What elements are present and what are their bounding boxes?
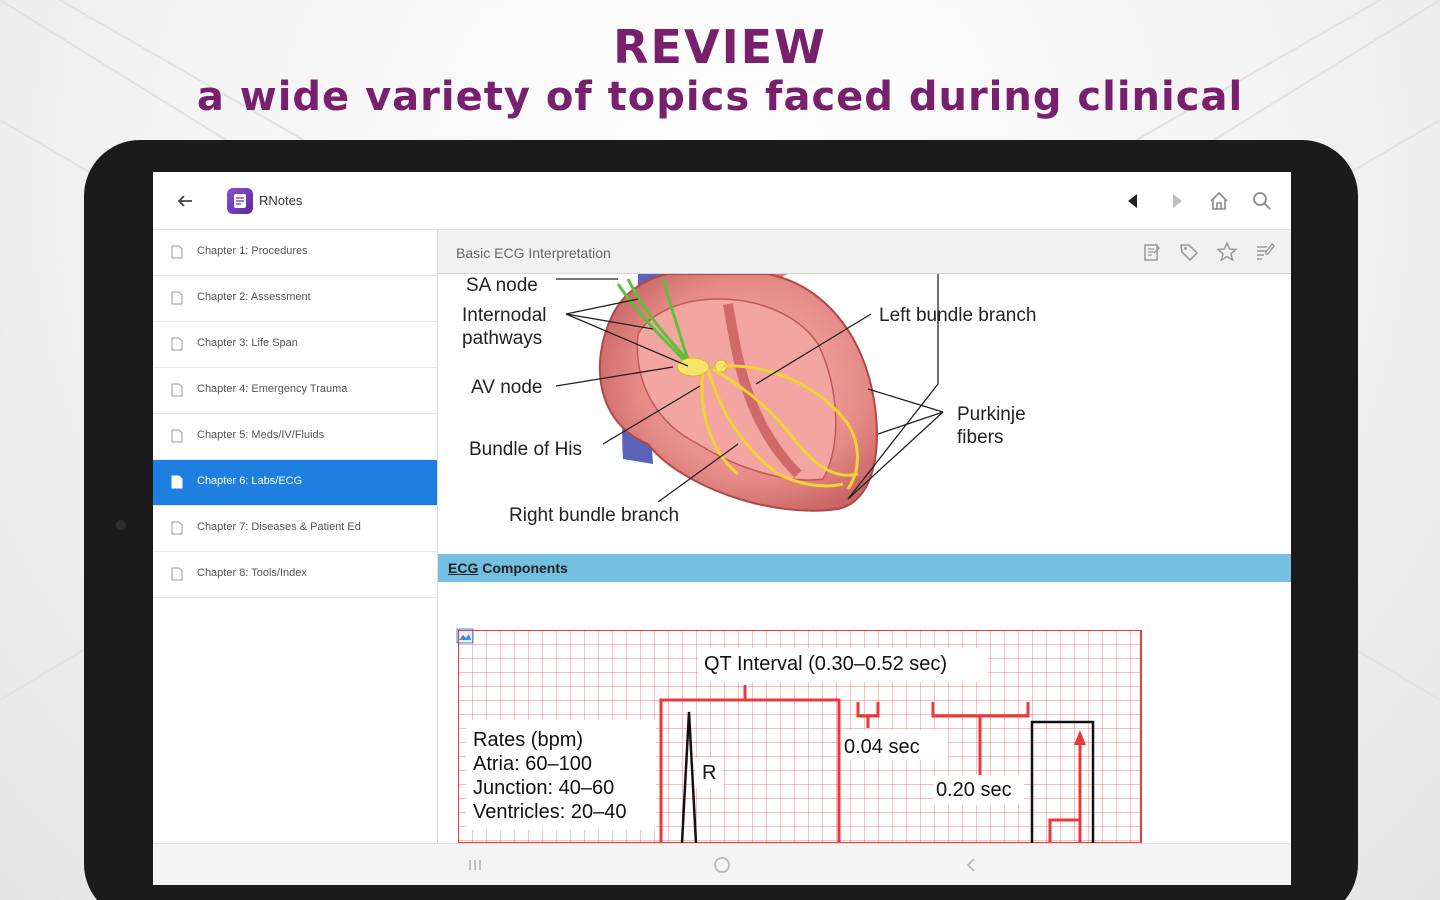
document-icon: [171, 245, 183, 259]
label-internodal-pathways: Internodal pathways: [462, 305, 547, 349]
sidebar-item-label: Chapter 2: Assessment: [197, 291, 311, 303]
logo-notepad-icon: [234, 194, 246, 208]
notes-icon[interactable]: [1140, 240, 1164, 264]
sidebar-item-label: Chapter 4: Emergency Trauma: [197, 383, 348, 395]
search-icon[interactable]: [1250, 189, 1274, 213]
home-icon[interactable]: [1207, 189, 1231, 213]
label-right-bundle-branch: Right bundle branch: [509, 505, 680, 526]
back-chevron-icon[interactable]: [959, 853, 983, 877]
sidebar-item-chapter-5[interactable]: Chapter 5: Meds/IV/Fluids: [153, 414, 437, 460]
chapter-sidebar: Chapter 1: Procedures Chapter 2: Assessm…: [153, 230, 438, 843]
sidebar-item-chapter-8[interactable]: Chapter 8: Tools/Index: [153, 552, 437, 598]
document-icon: [171, 475, 183, 489]
ecg-004-sec-label: 0.04 sec: [844, 736, 920, 758]
content-header: Basic ECG Interpretation: [438, 230, 1291, 274]
camera-icon: [116, 520, 126, 530]
sidebar-item-chapter-3[interactable]: Chapter 3: Life Span: [153, 322, 437, 368]
sidebar-item-label: Chapter 7: Diseases & Patient Ed: [197, 521, 361, 533]
label-purkinje-fibers: Purkinje fibers: [957, 404, 1026, 448]
app-logo: [227, 188, 253, 214]
app-screen: RNotes Chapter 1: Procedures Chapter 2: …: [153, 172, 1291, 885]
label-bundle-of-his: Bundle of His: [469, 439, 583, 460]
section-title: ECG Components: [448, 560, 568, 576]
back-arrow-icon[interactable]: [173, 189, 197, 213]
content-title: Basic ECG Interpretation: [456, 245, 611, 261]
ecg-rates-label: Rates (bpm) Atria: 60–100 Junction: 40–6…: [473, 729, 627, 823]
promo-subline: a wide variety of topics faced during cl…: [196, 74, 1244, 120]
sidebar-item-chapter-6[interactable]: Chapter 6: Labs/ECG: [153, 460, 437, 506]
app-title: RNotes: [259, 193, 303, 208]
ecg-020-sec-label: 0.20 sec: [936, 779, 1012, 801]
section-title-rest: Components: [478, 560, 568, 576]
label-left-bundle-branch: Left bundle branch: [879, 305, 1037, 326]
label-sa-node: SA node: [466, 275, 538, 296]
section-header: ECG Components: [438, 554, 1291, 582]
sidebar-item-chapter-4[interactable]: Chapter 4: Emergency Trauma: [153, 368, 437, 414]
label-av-node: AV node: [471, 377, 543, 398]
next-triangle-icon[interactable]: [1165, 189, 1189, 213]
section-title-abbr[interactable]: ECG: [448, 560, 478, 576]
ecg-qt-interval-label: QT Interval (0.30–0.52 sec): [704, 653, 948, 675]
home-circle-icon[interactable]: [710, 853, 734, 877]
sidebar-item-label: Chapter 6: Labs/ECG: [197, 475, 303, 487]
sidebar-item-label: Chapter 5: Meds/IV/Fluids: [197, 429, 325, 441]
document-icon: [171, 291, 183, 305]
document-icon: [171, 429, 183, 443]
promo-headline: REVIEW: [613, 20, 827, 74]
document-icon: [171, 337, 183, 351]
sidebar-item-label: Chapter 1: Procedures: [197, 245, 308, 257]
prev-triangle-icon[interactable]: [1121, 189, 1145, 213]
sidebar-item-chapter-7[interactable]: Chapter 7: Diseases & Patient Ed: [153, 506, 437, 552]
star-icon[interactable]: [1215, 240, 1239, 264]
app-toolbar: RNotes: [153, 172, 1291, 230]
document-icon: [171, 383, 183, 397]
document-icon: [171, 521, 183, 535]
sidebar-item-chapter-2[interactable]: Chapter 2: Assessment: [153, 276, 437, 322]
sidebar-item-label: Chapter 3: Life Span: [197, 337, 298, 349]
document-icon: [171, 567, 183, 581]
av-node: [676, 357, 710, 377]
tag-icon[interactable]: [1177, 240, 1201, 264]
sidebar-item-chapter-1[interactable]: Chapter 1: Procedures: [153, 230, 437, 276]
list-edit-icon[interactable]: [1253, 240, 1277, 264]
content-pane: Basic ECG Interpretation SA node Interno…: [438, 230, 1291, 843]
system-nav-bar: [153, 843, 1291, 885]
recent-apps-icon[interactable]: [463, 853, 487, 877]
sidebar-item-label: Chapter 8: Tools/Index: [197, 567, 307, 579]
ecg-r-label: R: [702, 762, 717, 784]
